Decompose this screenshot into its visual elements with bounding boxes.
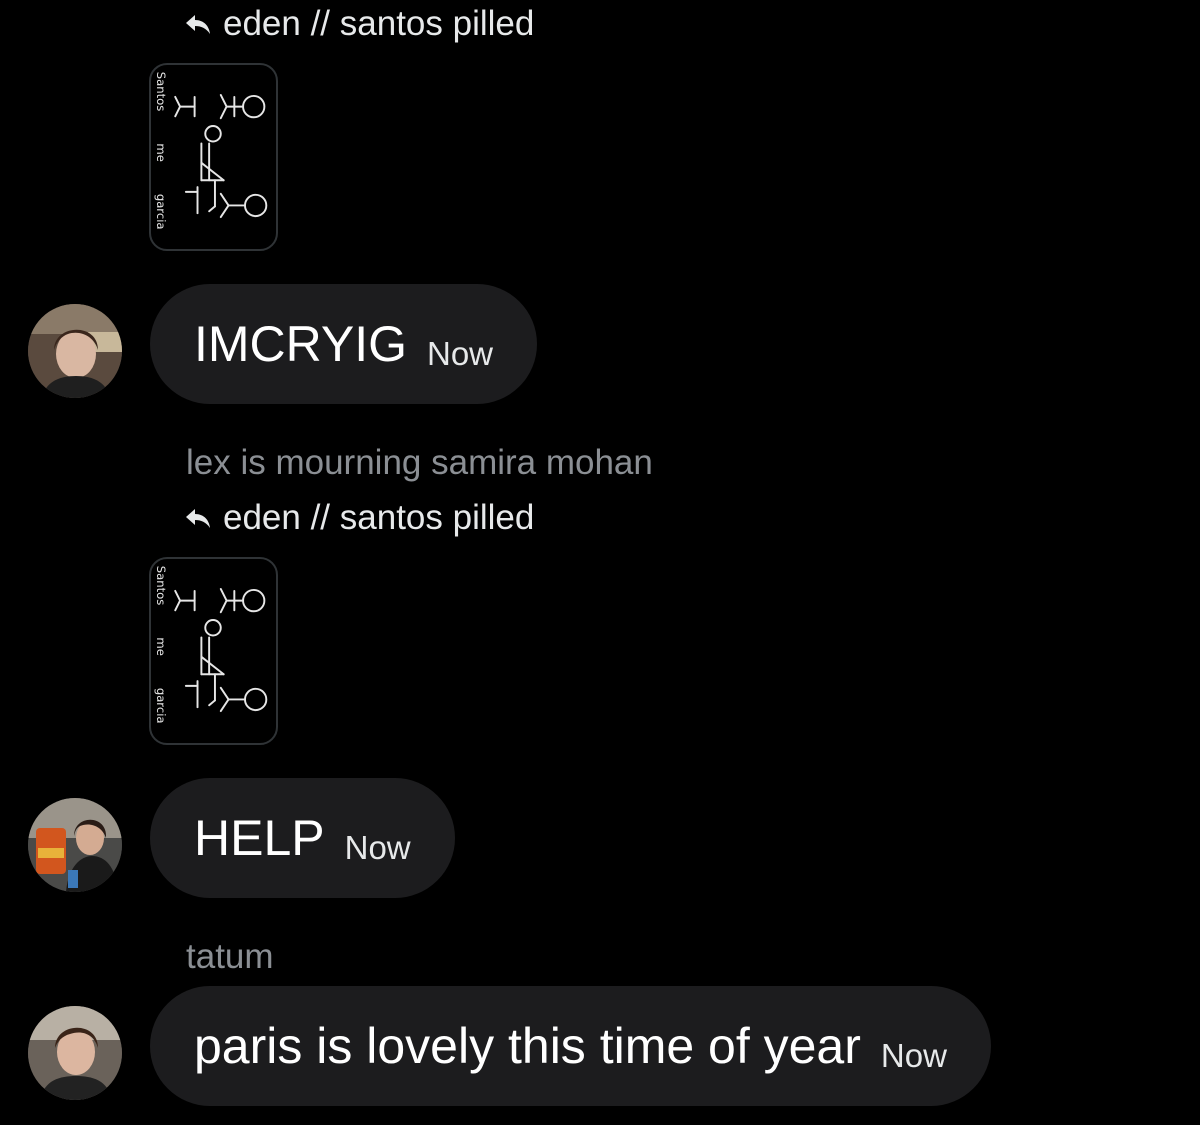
message-timestamp: Now (427, 335, 494, 372)
sender-name: tatum (186, 937, 274, 976)
dm-conversation: eden // santos pilled Santos me garcia I… (0, 0, 1200, 1125)
message-timestamp: Now (880, 1037, 947, 1074)
message-text: IMCRYIG (194, 316, 407, 372)
message-text: HELP (194, 810, 325, 866)
sticker-caption-2: me (154, 637, 168, 655)
reply-context-1[interactable]: eden // santos pilled (185, 4, 534, 44)
sender-name: lex is mourning samira mohan (186, 443, 653, 482)
message-bubble[interactable]: IMCRYIG Now (150, 284, 538, 404)
sticker-image[interactable]: Santos me garcia (149, 63, 278, 251)
sticker-image[interactable]: Santos me garcia (149, 557, 278, 745)
avatar[interactable] (28, 798, 122, 892)
sticker-caption-1: Santos (154, 566, 168, 606)
avatar[interactable] (28, 304, 122, 398)
sticker-caption-3: garcia (154, 688, 168, 724)
reply-arrow-icon (185, 13, 211, 35)
sticker-caption-1: Santos (154, 72, 168, 112)
reply-arrow-icon (185, 507, 211, 529)
reply-target-name: eden // santos pilled (223, 4, 535, 43)
message-bubble[interactable]: paris is lovely this time of year Now (150, 986, 991, 1106)
reply-context-2[interactable]: eden // santos pilled (185, 498, 534, 538)
sticker-caption-3: garcia (154, 194, 168, 230)
reply-target-name: eden // santos pilled (223, 498, 535, 537)
message-text: paris is lovely this time of year (194, 1018, 861, 1074)
avatar[interactable] (28, 1006, 122, 1100)
sticker-caption-2: me (154, 143, 168, 161)
message-bubble[interactable]: HELP Now (150, 778, 455, 898)
message-timestamp: Now (344, 829, 411, 866)
